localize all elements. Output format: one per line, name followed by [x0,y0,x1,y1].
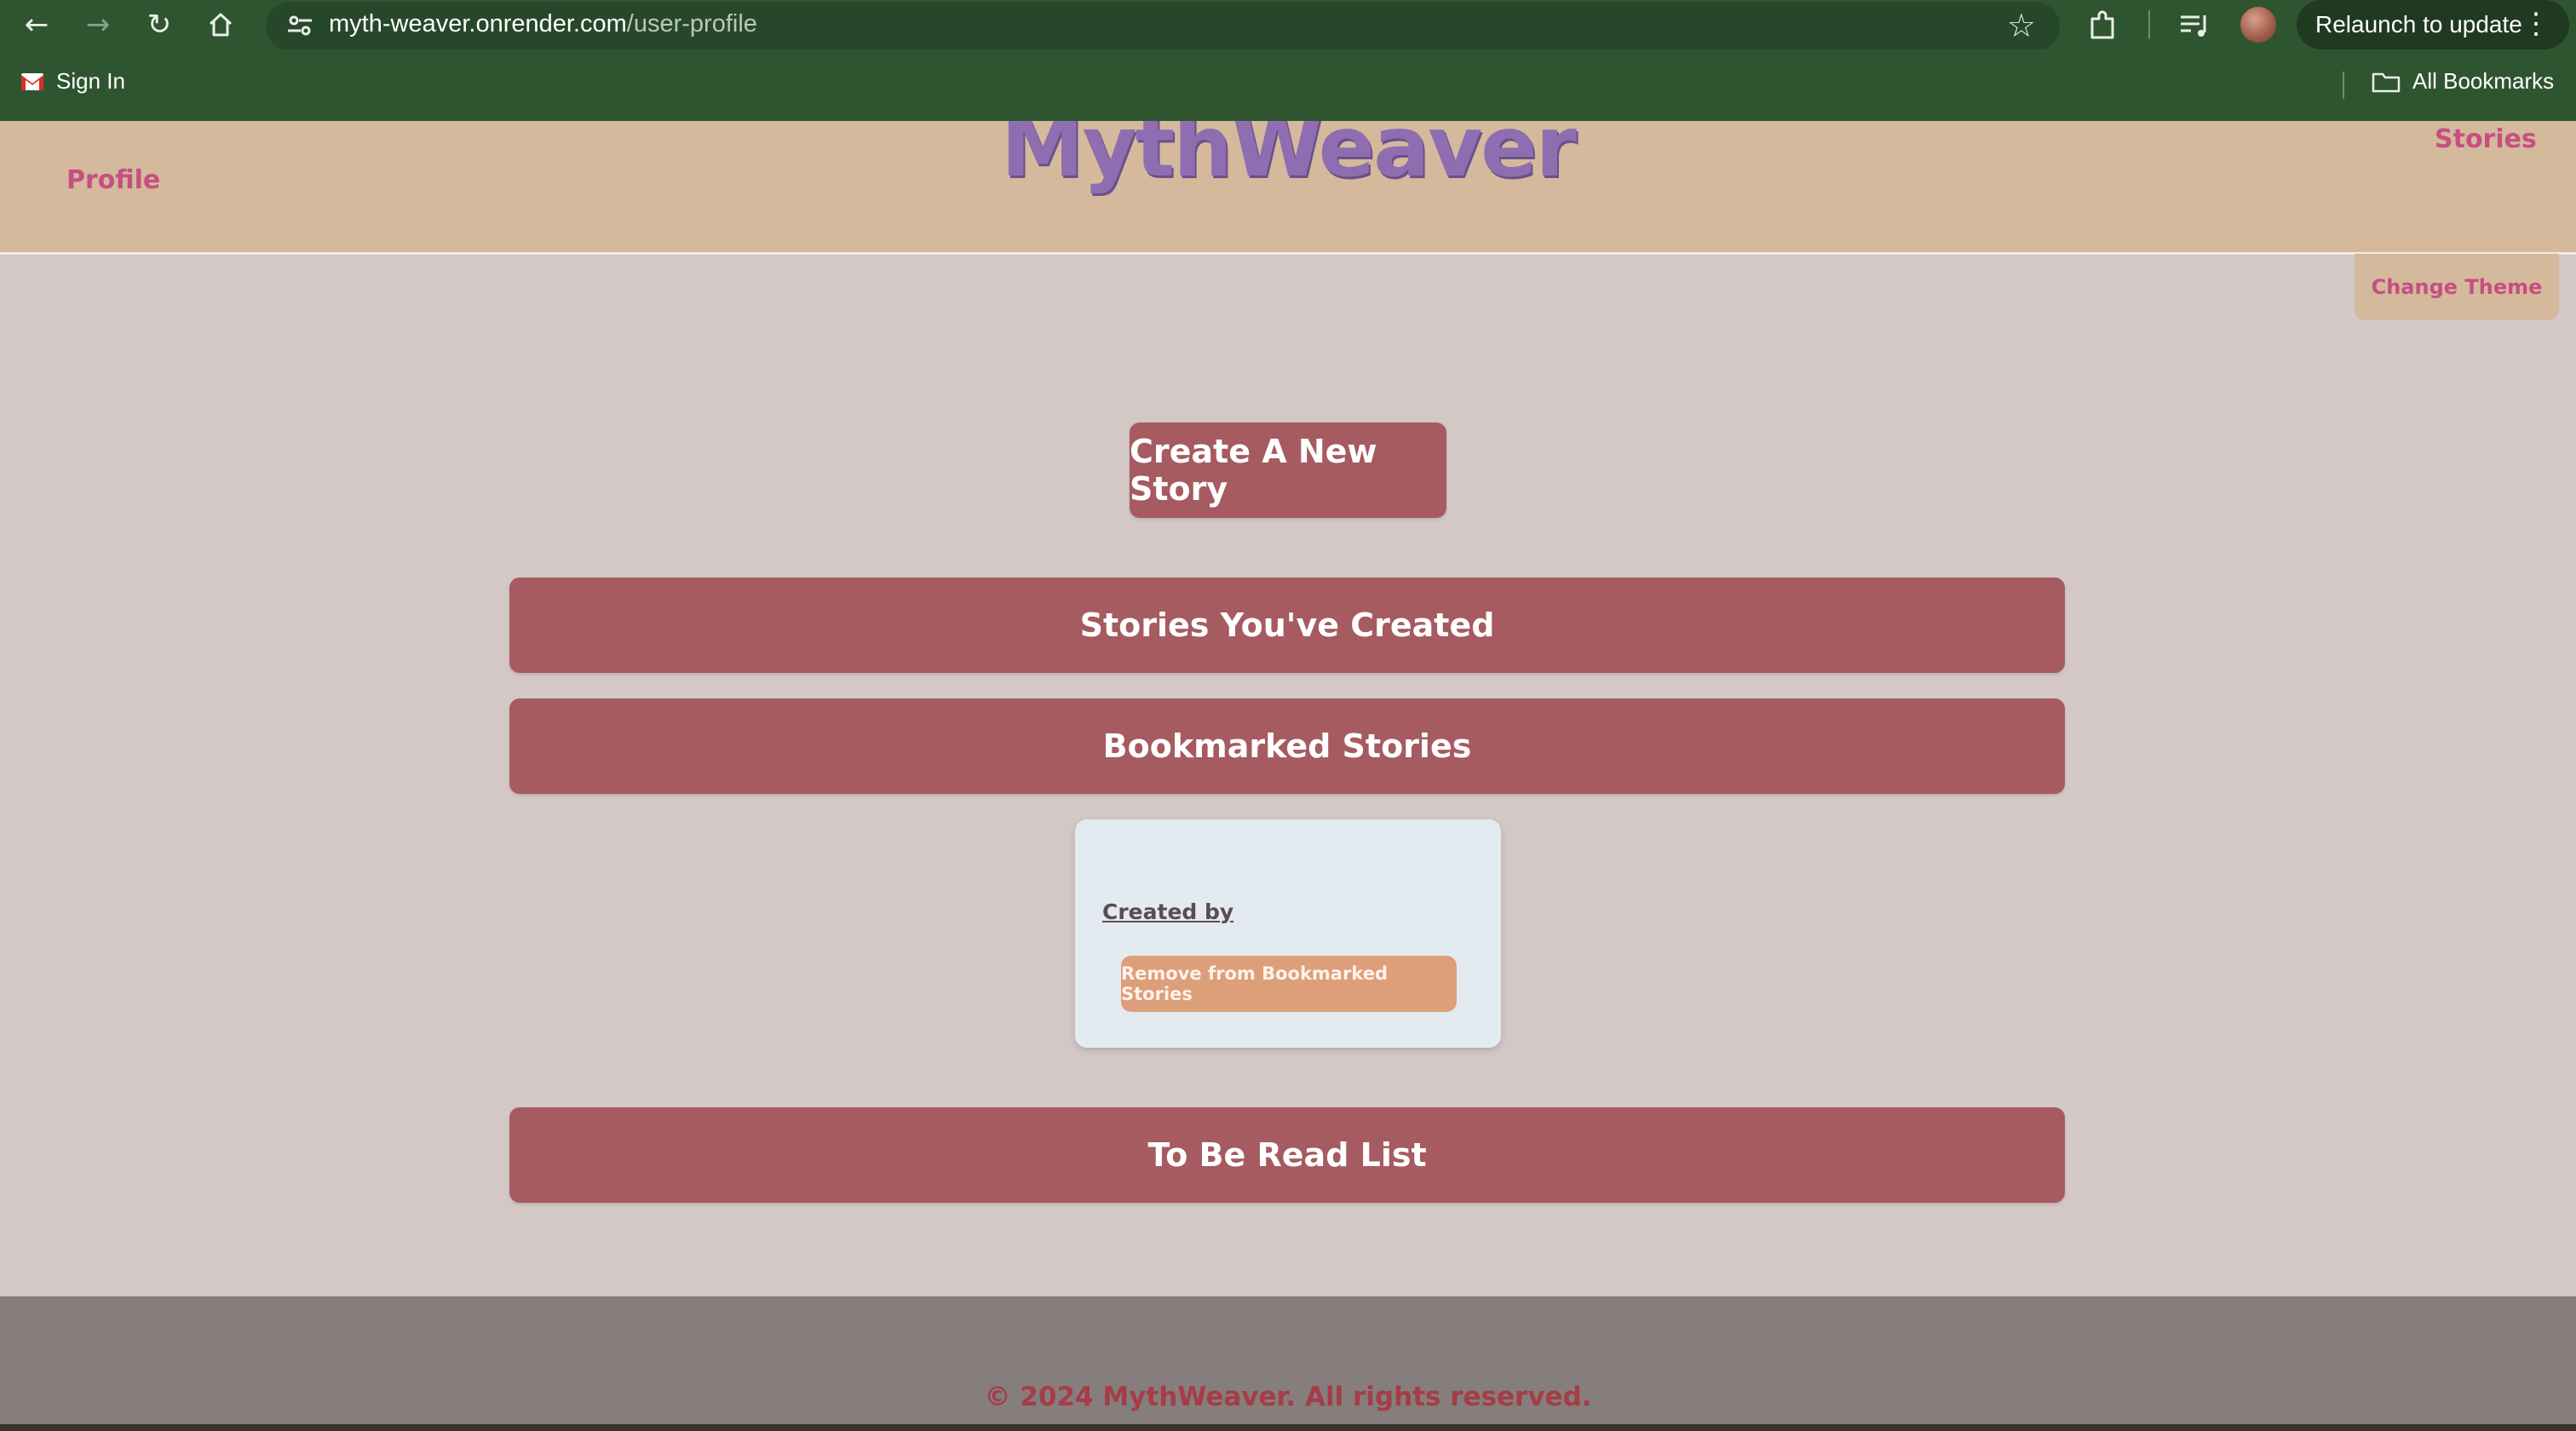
url-text[interactable]: myth-weaver.onrender.com/user-profile [329,10,757,38]
media-control-icon[interactable] [2177,9,2211,43]
reload-icon[interactable]: ↻ [140,5,179,44]
nav-link-stories[interactable]: Stories [2435,124,2537,154]
star-icon[interactable]: ☆ [2007,7,2036,44]
puzzle-icon[interactable] [2085,9,2119,43]
bookmarks-bar: Sign In All Bookmarks [0,49,2576,121]
create-story-button[interactable]: Create A New Story [1130,422,1446,518]
section-to-be-read[interactable]: To Be Read List [509,1107,2065,1203]
change-theme-button[interactable]: Change Theme [2355,254,2559,320]
window-bottom-edge [0,1424,2576,1431]
address-bar[interactable]: myth-weaver.onrender.com/user-profile ☆ [266,2,2060,51]
created-by-link[interactable]: Created by [1102,899,1233,924]
bookmark-sign-in[interactable]: Sign In [20,68,125,95]
home-icon[interactable] [201,5,240,44]
gmail-icon [21,72,43,90]
all-bookmarks-label: All Bookmarks [2412,68,2555,94]
site-footer: © 2024 MythWeaver. All rights reserved. [0,1296,2576,1431]
folder-icon [2372,72,2401,92]
bookmarks-divider [2343,72,2344,99]
site-logo[interactable]: MythWeaver [0,121,2576,196]
footer-copyright: © 2024 MythWeaver. All rights reserved. [984,1382,1592,1412]
relaunch-button[interactable]: Relaunch to update ⋮ [2297,0,2569,49]
section-bookmarked-stories[interactable]: Bookmarked Stories [509,698,2065,794]
profile-avatar[interactable] [2240,7,2276,43]
section-stories-created[interactable]: Stories You've Created [509,578,2065,673]
kebab-menu-icon[interactable]: ⋮ [2521,7,2550,41]
toolbar-divider [2148,10,2150,39]
bookmarked-story-card: Created by Remove from Bookmarked Storie… [1075,819,1501,1048]
forward-arrow-icon[interactable]: → [78,5,118,44]
nav-link-profile[interactable]: Profile [66,165,160,195]
site-header: MythWeaver Profile Stories [0,121,2576,255]
tune-icon[interactable] [286,14,313,37]
url-host: myth-weaver.onrender.com [329,10,627,37]
relaunch-label: Relaunch to update [2315,11,2522,37]
all-bookmarks-button[interactable]: All Bookmarks [2372,68,2554,95]
browser-toolbar: ← → ↻ myth-weaver.onrender.com/user-prof… [0,0,2576,51]
remove-bookmark-button[interactable]: Remove from Bookmarked Stories [1121,956,1457,1012]
url-path: /user-profile [626,10,757,37]
bookmark-sign-in-label: Sign In [56,68,125,94]
back-arrow-icon[interactable]: ← [17,5,56,44]
